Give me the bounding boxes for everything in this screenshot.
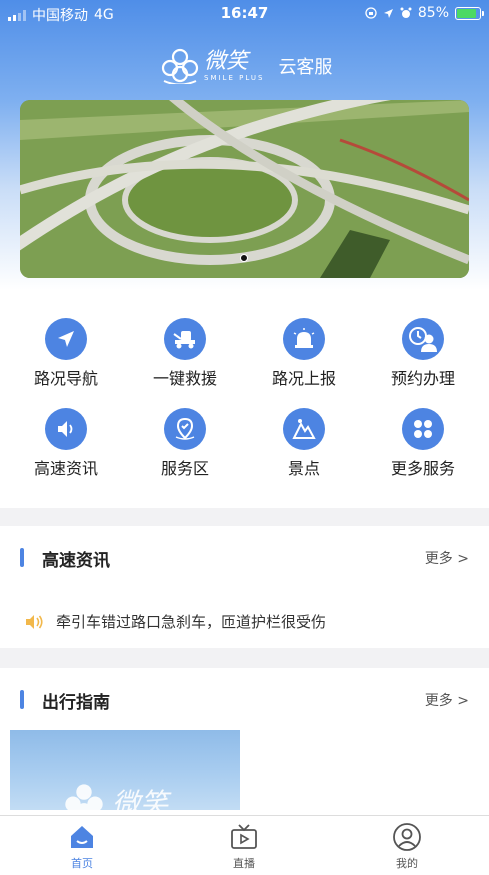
watermark-text: 微笑 — [112, 787, 169, 810]
alarm-icon — [400, 7, 412, 18]
tab-home[interactable]: 首页 — [42, 822, 122, 871]
four-dots-icon — [402, 408, 444, 450]
carousel-indicator[interactable] — [240, 254, 248, 262]
news-headline: 牵引车错过路口急刹车，匝道护栏很受伤 — [56, 613, 327, 631]
banner-carousel[interactable] — [20, 100, 469, 278]
location-icon — [383, 8, 393, 18]
tab-live[interactable]: 直播 — [204, 822, 284, 871]
service-label: 路况导航 — [33, 369, 98, 388]
section-title: 出行指南 — [42, 693, 110, 713]
section-title: 高速资讯 — [42, 551, 110, 571]
status-bar: 中国移动 4G 16:47 85% — [0, 0, 489, 28]
tab-mine[interactable]: 我的 — [367, 822, 447, 871]
smile-logo-icon — [161, 48, 199, 84]
service-road-navigation[interactable]: 路况导航 — [11, 318, 121, 389]
service-title: 云客服 — [278, 57, 333, 78]
news-ticker[interactable]: 牵引车错过路口急刹车，匝道护栏很受伤 — [24, 611, 326, 632]
service-scenic-spots[interactable]: 景点 — [249, 408, 359, 479]
service-highway-news[interactable]: 高速资讯 — [11, 408, 121, 479]
battery-icon — [455, 6, 484, 20]
section-accent-bar — [20, 548, 24, 567]
service-label: 一键救援 — [152, 369, 217, 388]
highway-interchange-image — [20, 100, 469, 278]
brand-header: 微笑 SMILE PLUS 云客服 — [160, 48, 332, 84]
service-label: 路况上报 — [271, 369, 336, 388]
home-icon — [71, 826, 93, 848]
service-more[interactable]: 更多服务 — [368, 408, 478, 479]
smile-logo-watermark: 微笑 — [62, 782, 168, 810]
service-label: 服务区 — [160, 459, 209, 478]
alarm-light-icon — [283, 318, 325, 360]
more-link[interactable]: 更多 > — [425, 690, 469, 710]
service-appointment[interactable]: 预约办理 — [368, 318, 478, 389]
tow-truck-icon — [164, 318, 206, 360]
tv-play-icon — [231, 824, 257, 849]
service-service-area[interactable]: 服务区 — [130, 408, 240, 479]
navigation-arrow-icon — [45, 318, 87, 360]
bottom-tab-bar: 首页 直播 我的 — [0, 815, 489, 875]
guide-section: 出行指南 更多 > 微笑 — [0, 668, 489, 815]
news-section: 高速资讯 更多 > 牵引车错过路口急刹车，匝道护栏很受伤 — [0, 526, 489, 648]
service-rescue[interactable]: 一键救援 — [130, 318, 240, 389]
battery-percent: 85% — [417, 5, 449, 21]
speaker-icon — [45, 408, 87, 450]
tab-label: 直播 — [233, 857, 255, 870]
person-clock-icon — [402, 318, 444, 360]
service-label: 预约办理 — [390, 369, 455, 388]
guide-thumbnail[interactable]: 微笑 — [10, 730, 240, 810]
service-label: 景点 — [287, 459, 320, 478]
service-label: 更多服务 — [390, 459, 455, 478]
section-accent-bar — [20, 690, 24, 709]
user-icon — [393, 823, 421, 851]
rotation-lock-icon — [365, 7, 377, 19]
service-road-report[interactable]: 路况上报 — [249, 318, 359, 389]
tab-label: 首页 — [71, 857, 93, 870]
section-header: 出行指南 更多 > — [0, 668, 489, 728]
tab-label: 我的 — [396, 857, 418, 870]
map-pin-icon — [164, 408, 206, 450]
service-grid: 路况导航 一键救援 路况上报 预约办理 高速资讯 服务区 景点 更多服务 — [0, 290, 489, 508]
speaker-icon — [26, 614, 43, 629]
more-link[interactable]: 更多 > — [425, 548, 469, 568]
service-label: 高速资讯 — [33, 459, 98, 478]
mountain-icon — [283, 408, 325, 450]
logo-text: 微笑 — [204, 48, 249, 74]
logo-subtext: SMILE PLUS — [204, 73, 265, 82]
section-header: 高速资讯 更多 > — [0, 526, 489, 586]
